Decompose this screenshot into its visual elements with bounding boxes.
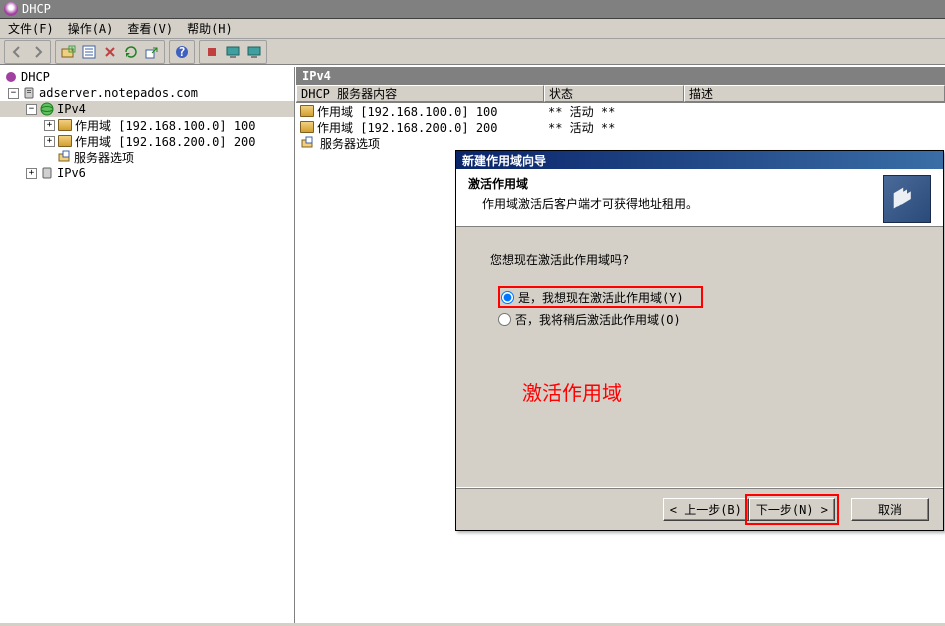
expander-minus-icon[interactable]: − xyxy=(26,104,37,115)
action-stop-button[interactable] xyxy=(202,42,222,62)
menu-help[interactable]: 帮助(H) xyxy=(187,20,233,37)
wizard-header: 激活作用域 作用域激活后客户端才可获得地址租用。 xyxy=(456,169,943,227)
options-icon xyxy=(57,150,71,164)
row-name: 服务器选项 xyxy=(320,135,380,152)
menu-file[interactable]: 文件(F) xyxy=(8,20,54,37)
wizard-footer: < 上一步(B) 下一步(N) > 取消 xyxy=(456,487,943,531)
dhcp-app-icon xyxy=(4,2,18,16)
row-status: ** 活动 ** xyxy=(548,103,615,120)
wizard-head-subtitle: 作用域激活后客户端才可获得地址租用。 xyxy=(482,195,883,212)
next-button[interactable]: 下一步(N) > xyxy=(749,498,835,521)
expander-plus-icon[interactable]: + xyxy=(44,120,55,131)
dhcp-icon xyxy=(4,70,18,84)
window-title: DHCP xyxy=(22,2,51,16)
wizard-prompt: 您想现在激活此作用域吗? xyxy=(490,251,909,268)
tree-pane[interactable]: DHCP − adserver.notepados.com − IPv4 + 作… xyxy=(0,67,295,623)
action-screen2-button[interactable] xyxy=(244,42,264,62)
col-content[interactable]: DHCP 服务器内容 xyxy=(296,85,544,102)
col-status[interactable]: 状态 xyxy=(544,85,684,102)
action-screen1-button[interactable] xyxy=(223,42,243,62)
folder-icon xyxy=(300,105,314,117)
tree-ipv6-label: IPv6 xyxy=(57,166,86,180)
list-header: DHCP 服务器内容 状态 描述 xyxy=(296,85,945,103)
expander-minus-icon[interactable]: − xyxy=(8,88,19,99)
ipv4-icon xyxy=(40,102,54,116)
options-icon xyxy=(300,136,314,150)
toolbar: ? xyxy=(0,39,945,65)
detail-header: IPv4 xyxy=(296,67,945,85)
tree-ipv4-label: IPv4 xyxy=(57,102,86,116)
tree-server-label: adserver.notepados.com xyxy=(39,86,198,100)
ipv6-icon xyxy=(40,166,54,180)
list-row[interactable]: 作用域 [192.168.200.0] 200 ** 活动 ** xyxy=(296,119,945,135)
refresh-button[interactable] xyxy=(121,42,141,62)
row-status: ** 活动 ** xyxy=(548,119,615,136)
expander-plus-icon[interactable]: + xyxy=(44,136,55,147)
menu-view[interactable]: 查看(V) xyxy=(127,20,173,37)
annotation-text: 激活作用域 xyxy=(522,377,622,406)
tree-root-dhcp[interactable]: DHCP xyxy=(0,69,294,85)
properties-button[interactable] xyxy=(79,42,99,62)
help-button[interactable]: ? xyxy=(172,42,192,62)
server-icon xyxy=(22,86,36,100)
tree-ipv4[interactable]: − IPv4 xyxy=(0,101,294,117)
row-name: 作用域 [192.168.100.0] 100 xyxy=(317,103,498,120)
tree-scope2-label: 作用域 [192.168.200.0] 200 xyxy=(75,133,256,150)
menu-action[interactable]: 操作(A) xyxy=(68,20,114,37)
wizard-titlebar[interactable]: 新建作用域向导 xyxy=(456,151,943,169)
wizard-head-title: 激活作用域 xyxy=(468,175,883,192)
radio-activate-no[interactable]: 否，我将稍后激活此作用域(O) xyxy=(498,308,909,330)
svg-text:?: ? xyxy=(178,45,185,59)
delete-button[interactable] xyxy=(100,42,120,62)
export-button[interactable] xyxy=(142,42,162,62)
folder-icon xyxy=(300,121,314,133)
list-row[interactable]: 作用域 [192.168.100.0] 100 ** 活动 ** xyxy=(296,103,945,119)
radio-activate-yes[interactable]: 是，我想现在激活此作用域(Y) xyxy=(498,286,703,308)
radio-yes-label: 是，我想现在激活此作用域(Y) xyxy=(518,289,684,306)
cancel-button[interactable]: 取消 xyxy=(851,498,929,521)
wizard-banner-icon xyxy=(883,175,931,223)
tree-server-options[interactable]: 服务器选项 xyxy=(0,149,294,165)
folder-icon xyxy=(58,135,72,147)
expander-plus-icon[interactable]: + xyxy=(26,168,37,179)
tree-scope1-label: 作用域 [192.168.100.0] 100 xyxy=(75,117,256,134)
wizard-body: 您想现在激活此作用域吗? 是，我想现在激活此作用域(Y) 否，我将稍后激活此作用… xyxy=(456,227,943,487)
tree-ipv6[interactable]: + IPv6 xyxy=(0,165,294,181)
col-desc[interactable]: 描述 xyxy=(684,85,945,102)
tree-root-label: DHCP xyxy=(21,70,50,84)
row-name: 作用域 [192.168.200.0] 200 xyxy=(317,119,498,136)
nav-forward-button[interactable] xyxy=(28,42,48,62)
tree-scope1[interactable]: + 作用域 [192.168.100.0] 100 xyxy=(0,117,294,133)
tree-server-options-label: 服务器选项 xyxy=(74,149,134,166)
new-folder-button[interactable] xyxy=(58,42,78,62)
radio-yes-input[interactable] xyxy=(501,291,514,304)
tree-server[interactable]: − adserver.notepados.com xyxy=(0,85,294,101)
radio-no-label: 否，我将稍后激活此作用域(O) xyxy=(515,311,681,328)
list-row[interactable]: 服务器选项 xyxy=(296,135,945,151)
nav-back-button[interactable] xyxy=(7,42,27,62)
new-scope-wizard-dialog: 新建作用域向导 激活作用域 作用域激活后客户端才可获得地址租用。 您想现在激活此… xyxy=(455,150,944,531)
radio-no-input[interactable] xyxy=(498,313,511,326)
tree-scope2[interactable]: + 作用域 [192.168.200.0] 200 xyxy=(0,133,294,149)
back-button[interactable]: < 上一步(B) xyxy=(663,498,749,521)
folder-icon xyxy=(58,119,72,131)
window-titlebar: DHCP xyxy=(0,0,945,19)
menubar: 文件(F) 操作(A) 查看(V) 帮助(H) xyxy=(0,19,945,39)
